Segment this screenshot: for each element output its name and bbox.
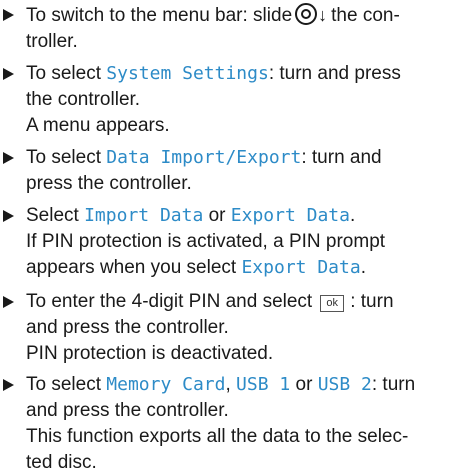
step-line: the controller. bbox=[26, 89, 141, 110]
step-data-import-export: To select Data Import/Export: turn and p… bbox=[0, 145, 464, 197]
step-line: To select Data Import/Export: turn and bbox=[0, 145, 464, 171]
bullet-arrow-icon bbox=[0, 289, 20, 315]
step-text: , bbox=[225, 374, 237, 395]
arrow-down-icon: ↓ bbox=[318, 5, 328, 25]
step-text: or bbox=[290, 374, 318, 395]
step-line: To select System Settings: turn and pres… bbox=[0, 61, 464, 87]
step-text: or bbox=[203, 205, 231, 226]
step-enter-pin: To enter the 4-digit PIN and select ok : t… bbox=[0, 289, 464, 367]
menu-item-export-data: Export Data bbox=[230, 205, 350, 226]
step-select-medium: To select Memory Card, USB 1 or USB 2: t… bbox=[0, 372, 464, 476]
bullet-arrow-icon bbox=[0, 145, 20, 171]
step-result: ted disc. bbox=[26, 452, 97, 473]
step-line: appears when you select Export Data. bbox=[0, 255, 464, 281]
step-line: To select Memory Card, USB 1 or USB 2: t… bbox=[0, 372, 464, 398]
step-line: and press the controller. bbox=[26, 400, 229, 421]
instruction-page: To switch to the menu bar: slide ↓ the con… bbox=[0, 0, 464, 473]
step-text: To select bbox=[26, 147, 107, 168]
step-text: To enter the 4-digit PIN and select bbox=[26, 291, 313, 312]
step-text: To switch to the menu bar: slide bbox=[26, 5, 293, 26]
bullet-arrow-icon bbox=[0, 203, 20, 229]
step-text: : turn and bbox=[301, 147, 382, 168]
step-text: : turn bbox=[350, 291, 394, 312]
menu-item-memory-card: Memory Card bbox=[106, 374, 226, 395]
step-line: and press the controller. bbox=[26, 317, 229, 338]
step-result: This function exports all the data to th… bbox=[26, 426, 409, 447]
step-line: Select Import Data or Export Data. bbox=[0, 203, 464, 229]
step-text: : turn bbox=[371, 374, 416, 395]
step-text: To select bbox=[26, 374, 107, 395]
menu-item-import-data: Import Data bbox=[84, 205, 204, 226]
menu-item-usb-2: USB 2 bbox=[317, 374, 372, 395]
step-result: PIN protection is deactivated. bbox=[26, 343, 274, 364]
step-text: To select bbox=[26, 63, 107, 84]
step-line: press the controller. bbox=[26, 173, 192, 194]
controller-icon bbox=[295, 3, 318, 25]
step-text: : turn and press bbox=[268, 63, 401, 84]
bullet-arrow-icon bbox=[0, 61, 20, 87]
menu-item-data-import-export: Data Import/Export bbox=[106, 147, 302, 168]
step-text: . bbox=[360, 257, 366, 278]
menu-item-usb-1: USB 1 bbox=[236, 374, 291, 395]
step-text: Select bbox=[26, 205, 85, 226]
step-system-settings: To select System Settings: turn and pres… bbox=[0, 61, 464, 139]
menu-item-system-settings: System Settings bbox=[106, 63, 269, 84]
step-text: the con- bbox=[331, 5, 400, 26]
bullet-arrow-icon bbox=[0, 2, 20, 28]
step-line: To enter the 4-digit PIN and select ok : t… bbox=[0, 289, 464, 315]
step-line: To switch to the menu bar: slide ↓ the con… bbox=[0, 2, 464, 29]
bullet-arrow-icon bbox=[0, 372, 20, 398]
step-line: troller. bbox=[26, 31, 78, 52]
step-result: A menu appears. bbox=[26, 115, 170, 136]
step-line: If PIN protection is activated, a PIN pr… bbox=[26, 231, 386, 252]
step-text: . bbox=[349, 205, 356, 226]
step-menu-bar: To switch to the menu bar: slide ↓ the con… bbox=[0, 2, 464, 55]
step-import-export-data: Select Import Data or Export Data. If PI… bbox=[0, 203, 464, 281]
menu-item-export-data: Export Data bbox=[241, 257, 361, 278]
ok-key-icon: ok bbox=[320, 295, 345, 312]
step-text: appears when you select bbox=[26, 257, 242, 278]
